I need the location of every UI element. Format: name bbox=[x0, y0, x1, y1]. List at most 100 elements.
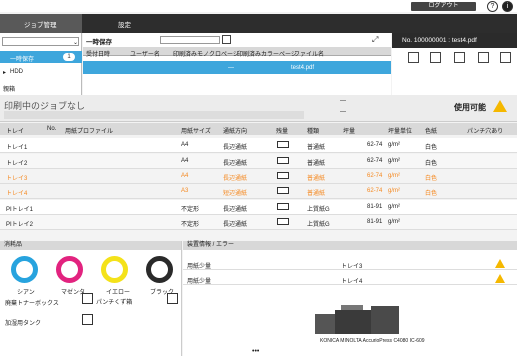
progress-bar bbox=[4, 111, 304, 119]
tray-size: 不定形 bbox=[181, 207, 200, 213]
count-badge: 1 bbox=[63, 53, 75, 61]
col-user[interactable]: ユーザー名 bbox=[130, 49, 160, 58]
tray-row[interactable]: トレイ4 A3 短辺通紙 普通紙 62-74 g/m² 白色 bbox=[0, 184, 517, 199]
error-location: トレイ3 bbox=[341, 264, 363, 270]
tree-item-label: 一時保存 bbox=[10, 57, 35, 63]
tray-table-header: トレイ No. 用紙プロファイル 用紙サイズ 通紙方向 残量 種類 坪量 坪量単… bbox=[0, 123, 517, 135]
tray-unit: g/m² bbox=[388, 158, 400, 164]
tray-weight: 62-74 bbox=[367, 188, 383, 194]
col-weight: 坪量 bbox=[343, 129, 356, 135]
tree-expand-icon[interactable]: ▸ bbox=[3, 69, 6, 76]
toner-magenta-gauge bbox=[56, 256, 83, 283]
tray-direction: 長辺通紙 bbox=[223, 222, 248, 228]
toner-yellow-gauge bbox=[101, 256, 128, 283]
col-profile: 用紙プロファイル bbox=[65, 129, 114, 135]
tray-row[interactable]: PIトレイ1 不定形 長辺通紙 上質紙G 81-91 g/m² bbox=[0, 200, 517, 215]
job-row[interactable]: — test4.pdf bbox=[83, 61, 391, 74]
detail-header: No. 100000001 : test4.pdf bbox=[392, 33, 517, 48]
tray-row[interactable]: PIトレイ2 不定形 長辺通紙 上質紙G 81-91 g/m² bbox=[0, 215, 517, 230]
filter-icon[interactable] bbox=[222, 35, 231, 44]
error-row[interactable]: 用紙少量 トレイ4 bbox=[183, 272, 517, 285]
punch-box-label: パンチくず箱 bbox=[96, 300, 133, 306]
tray-weight: 62-74 bbox=[367, 158, 383, 164]
tray-unit: g/m² bbox=[388, 204, 400, 210]
tray-row[interactable]: トレイ1 A4 長辺通紙 普通紙 62-74 g/m² 白色 bbox=[0, 138, 517, 153]
paper-remaining-icon bbox=[277, 157, 289, 164]
error-location: トレイ4 bbox=[341, 279, 363, 285]
help-icon[interactable]: ? bbox=[487, 1, 498, 12]
waste-box-label: 廃棄トナーボックス bbox=[5, 301, 59, 307]
tree-item-box[interactable]: 親箱 bbox=[3, 84, 15, 93]
tray-name: トレイ4 bbox=[6, 191, 28, 197]
col-filename[interactable]: ファイル名 bbox=[294, 49, 324, 58]
tray-color: 白色 bbox=[425, 176, 438, 182]
col-paper-color: 色紙 bbox=[425, 129, 438, 135]
chevron-down-icon[interactable]: ⌄ bbox=[73, 39, 78, 46]
tray-name: PIトレイ2 bbox=[6, 222, 34, 228]
more-handle-icon[interactable]: ••• bbox=[252, 348, 259, 355]
paper-remaining-icon bbox=[277, 187, 289, 194]
paper-remaining-icon bbox=[277, 141, 289, 148]
job-list-header: 受付日時 ユーザー名 印刷済みモノクロページ 印刷済みカラーページ ファイル名 bbox=[83, 47, 391, 58]
col-size: 用紙サイズ bbox=[181, 129, 211, 135]
print-icon[interactable] bbox=[408, 52, 419, 63]
tray-type: 普通紙 bbox=[307, 191, 326, 197]
toner-label: シアン bbox=[17, 290, 35, 296]
logout-button[interactable]: ログアウト bbox=[411, 2, 476, 11]
tray-unit: g/m² bbox=[388, 219, 400, 225]
warning-icon bbox=[495, 274, 505, 283]
tray-size: A4 bbox=[181, 173, 189, 179]
paper-remaining-icon bbox=[277, 172, 289, 179]
toner-cyan-gauge bbox=[11, 256, 38, 283]
punch-box-icon bbox=[167, 293, 178, 304]
error-row[interactable]: 用紙少量 トレイ3 bbox=[183, 257, 517, 270]
menu-item-settings[interactable]: 設定 bbox=[118, 19, 131, 29]
expand-icon[interactable]: ⤢ bbox=[372, 35, 378, 45]
tray-type: 上質紙G bbox=[307, 207, 330, 213]
col-weight-unit: 坪量単位 bbox=[388, 129, 413, 135]
col-no: No. bbox=[47, 126, 57, 132]
col-mono[interactable]: 印刷済みモノクロページ bbox=[173, 49, 239, 58]
toner-label: イエロー bbox=[106, 290, 130, 296]
col-color[interactable]: 印刷済みカラーページ bbox=[237, 49, 297, 58]
tray-weight: 62-74 bbox=[367, 173, 383, 179]
menu-item-job-management[interactable]: ジョブ管理 bbox=[24, 19, 57, 29]
tree-search-input[interactable] bbox=[2, 37, 79, 46]
tray-direction: 長辺通紙 bbox=[223, 207, 248, 213]
consumables-title: 消耗品 bbox=[0, 241, 181, 250]
printer-image bbox=[315, 304, 401, 336]
paper-remaining-icon bbox=[277, 203, 289, 210]
job-search-input[interactable] bbox=[160, 36, 220, 44]
tray-name: トレイ2 bbox=[6, 161, 28, 167]
tree-item-hdd[interactable]: HDD bbox=[10, 69, 23, 75]
tray-type: 普通紙 bbox=[307, 145, 326, 151]
col-datetime[interactable]: 受付日時 bbox=[86, 49, 110, 58]
tray-weight: 81-91 bbox=[367, 219, 383, 225]
tray-row[interactable]: トレイ3 A4 長辺通紙 普通紙 62-74 g/m² 白色 bbox=[0, 169, 517, 184]
tray-weight: 62-74 bbox=[367, 142, 383, 148]
detail-title: No. 100000001 : test4.pdf bbox=[402, 37, 477, 44]
tray-size: 不定形 bbox=[181, 222, 200, 228]
status-dash-1: — bbox=[340, 98, 346, 104]
tray-type: 普通紙 bbox=[307, 176, 326, 182]
tray-name: PIトレイ1 bbox=[6, 207, 34, 213]
tree-item-temp-save[interactable]: 一時保存 1 bbox=[0, 51, 82, 63]
tray-color: 白色 bbox=[425, 145, 438, 151]
tray-color: 白色 bbox=[425, 161, 438, 167]
info-icon[interactable]: i bbox=[502, 1, 513, 12]
tray-unit: g/m² bbox=[388, 188, 400, 194]
tray-unit: g/m² bbox=[388, 173, 400, 179]
tray-type: 上質紙G bbox=[307, 222, 330, 228]
tray-unit: g/m² bbox=[388, 142, 400, 148]
tray-row[interactable]: トレイ2 A4 長辺通紙 普通紙 62-74 g/m² 白色 bbox=[0, 154, 517, 169]
tray-size: A4 bbox=[181, 142, 189, 148]
warning-icon bbox=[495, 259, 505, 268]
tray-type: 普通紙 bbox=[307, 161, 326, 167]
settings-icon[interactable] bbox=[430, 52, 441, 63]
edit-icon[interactable] bbox=[500, 52, 511, 63]
tray-size: A3 bbox=[181, 188, 189, 194]
tank-icon bbox=[82, 314, 93, 325]
export-icon[interactable] bbox=[478, 52, 489, 63]
warning-icon bbox=[493, 100, 507, 112]
delete-icon[interactable] bbox=[454, 52, 465, 63]
